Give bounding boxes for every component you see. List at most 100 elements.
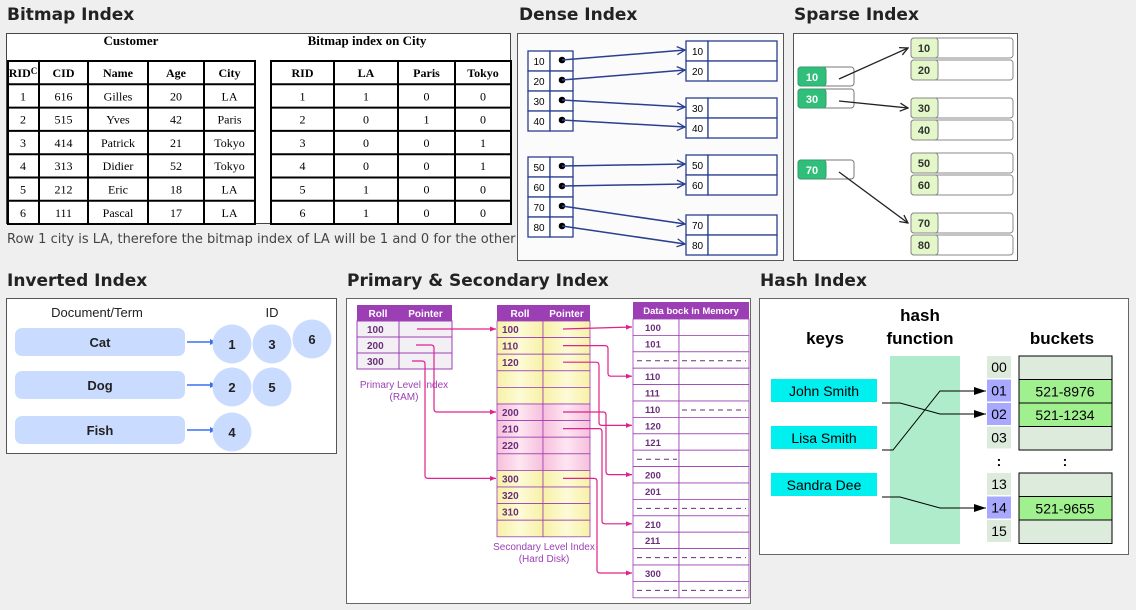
dense-svg: 10 20 30 40 50 60 70 80 10 20 30 40 50 60 70 80 [527,40,778,256]
id-header: ID [266,305,279,320]
primary-to-secondary-arrow [412,360,496,481]
bitmap-cell: 0 [480,113,486,127]
hash-index-panel: keys hash function buckets John Smith Lisa Sm… [759,298,1129,555]
primary-secondary-panel: Roll Pointer 100 200 300 Primary Level Index(… [346,298,751,604]
dense-record-data-cell [707,117,778,139]
bitmap-header: LA [358,66,375,80]
customer-cell: Didier [103,159,134,173]
secondary-pointer-cell [542,436,591,455]
dense-arrow [561,99,685,107]
sparse-arrow [838,48,908,80]
memory-data-cell [678,515,750,533]
sparse-arrow [838,171,908,223]
customer-cell: 21 [170,136,182,150]
posting-id: 3 [268,337,275,352]
bucket-id: 01 [991,383,1007,399]
primary-header-roll: Roll [369,309,388,320]
bucket-id-ellipsis: : [997,453,1002,469]
primary-caption-sub: (RAM) [390,392,419,403]
customer-cell: Pascal [103,206,134,220]
inverted-index-title: Inverted Index [7,271,148,291]
sparse-index-panel: 10 30 70 10 20 30 40 50 60 70 80 [793,33,1018,261]
bitmap-index-title: Bitmap Index [7,5,135,25]
dense-record-data-cell [707,60,778,82]
secondary-caption-sub: (Hard Disk) [519,554,570,565]
dense-record-key: 60 [692,181,704,192]
sparse-record-key: 40 [918,125,930,137]
bitmap-cell: 0 [424,89,430,103]
customer-cell: 17 [170,206,182,220]
inverted-svg: Document/Term ID Cat 1 3 6 Dog 2 5 Fish 4 [15,305,332,452]
posting-id: 1 [228,337,235,352]
sparse-record-key: 50 [918,158,930,170]
secondary-roll: 110 [502,342,519,353]
dense-record-data-cell [707,154,778,176]
bitmap-cell: 1 [480,159,486,173]
keys-label: keys [806,329,844,348]
memory-key: 110 [645,372,660,383]
primary-header-pointer: Pointer [408,309,443,320]
sparse-record-key: 70 [918,218,930,230]
sparse-index-key: 30 [806,94,818,106]
memory-data-cell [678,482,750,500]
memory-data-cell [678,400,750,418]
customer-cell: 6 [20,206,26,220]
memory-key: 300 [645,569,661,580]
secondary-roll-cell [496,453,544,471]
customer-cell: Patrick [101,136,135,150]
memory-data-cell [678,548,750,566]
term-label: Fish [87,423,114,438]
customer-cell: 52 [170,159,182,173]
bitmap-cell: 6 [300,206,306,220]
secondary-header-roll: Roll [511,309,530,320]
bitmap-cell: 0 [363,159,369,173]
bucket-id: 03 [991,430,1007,446]
secondary-pointer-cell [542,503,591,521]
customer-header: Age [166,66,187,80]
bitmap-cell: 0 [480,89,486,103]
dense-record-key: 70 [692,221,704,232]
dense-index-key: 70 [533,203,545,214]
memory-data-cell [678,417,750,435]
customer-header: RIDC [9,66,38,80]
bucket-id: 02 [991,406,1007,422]
hash-key: Lisa Smith [791,430,856,446]
memory-key: 211 [645,536,661,547]
dense-arrow [561,184,685,186]
sparse-svg: 10 30 70 10 20 30 40 50 60 70 80 [797,37,1014,256]
customer-cell: 42 [170,113,182,127]
memory-key: 120 [645,421,661,432]
bucket-slot [1018,472,1113,497]
memory-data-cell [678,564,750,582]
dense-index-key: 30 [533,97,545,108]
secondary-roll-cell [496,387,544,405]
memory-key-cell [632,498,680,517]
dense-index-key: 50 [533,163,545,174]
memory-data-cell [678,580,750,599]
sparse-index-key: 70 [806,165,818,177]
dense-index-key: 60 [533,183,545,194]
customer-cell: 4 [20,159,26,173]
secondary-roll-cell [496,370,544,388]
secondary-roll: 200 [502,408,519,419]
customer-cell: 111 [55,206,72,220]
bucket-value: 521-8976 [1035,384,1094,400]
bitmap-cell: 1 [424,113,430,127]
memory-data-cell [678,531,750,549]
bucket-id: 14 [991,500,1007,516]
hash-svg: keys hash function buckets John Smith Lisa Sm… [771,306,1113,544]
secondary-roll-cell [496,519,544,538]
primary-caption: Primary Level Index [360,380,448,391]
dense-index-key: 80 [533,223,545,234]
primary-roll: 200 [367,341,384,352]
customer-cell: 18 [170,183,182,197]
customer-cell: 212 [55,183,73,197]
memory-data-cell [678,351,750,369]
hash-function-label-2: function [886,329,953,348]
dense-record-key: 80 [692,241,704,252]
sparse-record-key: 80 [918,240,930,252]
customer-cell: 313 [55,159,73,173]
bitmap-header: Paris [413,66,440,80]
primary-secondary-title: Primary & Secondary Index [347,271,609,291]
memory-data-cell [678,384,750,402]
